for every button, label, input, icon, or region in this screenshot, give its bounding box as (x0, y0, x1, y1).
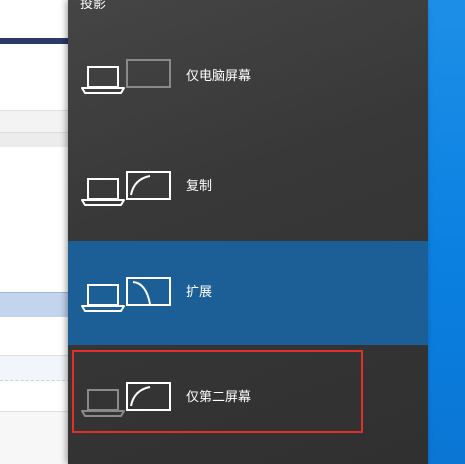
bg-table-row (0, 356, 70, 381)
option-pc-screen-only[interactable]: 仅电脑屏幕 (68, 25, 428, 129)
option-second-screen-only[interactable]: 仅第二屏幕 (68, 346, 428, 450)
bg-table-row (0, 381, 70, 412)
bg-table-row (0, 412, 70, 464)
option-label: 仅第二屏幕 (186, 390, 252, 405)
bg-table-header (0, 132, 70, 148)
bg-selected-row (0, 292, 70, 318)
option-duplicate[interactable]: 复制 (68, 135, 428, 239)
screen: 投影 仅电脑屏幕 复制 扩展 仅第二屏幕 (0, 0, 465, 464)
project-flyout-panel: 投影 仅电脑屏幕 复制 扩展 仅第二屏幕 (68, 0, 428, 464)
bg-content (0, 44, 70, 110)
bg-divider (0, 110, 70, 111)
bg-titlebar (0, 0, 70, 38)
extend-icon (81, 277, 171, 312)
option-extend[interactable]: 扩展 (68, 241, 428, 345)
flyout-title: 投影 (80, 0, 107, 12)
second-screen-only-icon (81, 382, 171, 417)
duplicate-icon (81, 171, 171, 206)
desktop-background (428, 0, 465, 464)
bg-table-row (0, 317, 70, 356)
bg-table-body (0, 147, 70, 292)
option-label: 复制 (186, 179, 213, 194)
background-app-window (0, 0, 70, 464)
option-label: 仅电脑屏幕 (186, 69, 252, 84)
pc-screen-only-icon (81, 59, 171, 94)
option-label: 扩展 (186, 285, 213, 300)
